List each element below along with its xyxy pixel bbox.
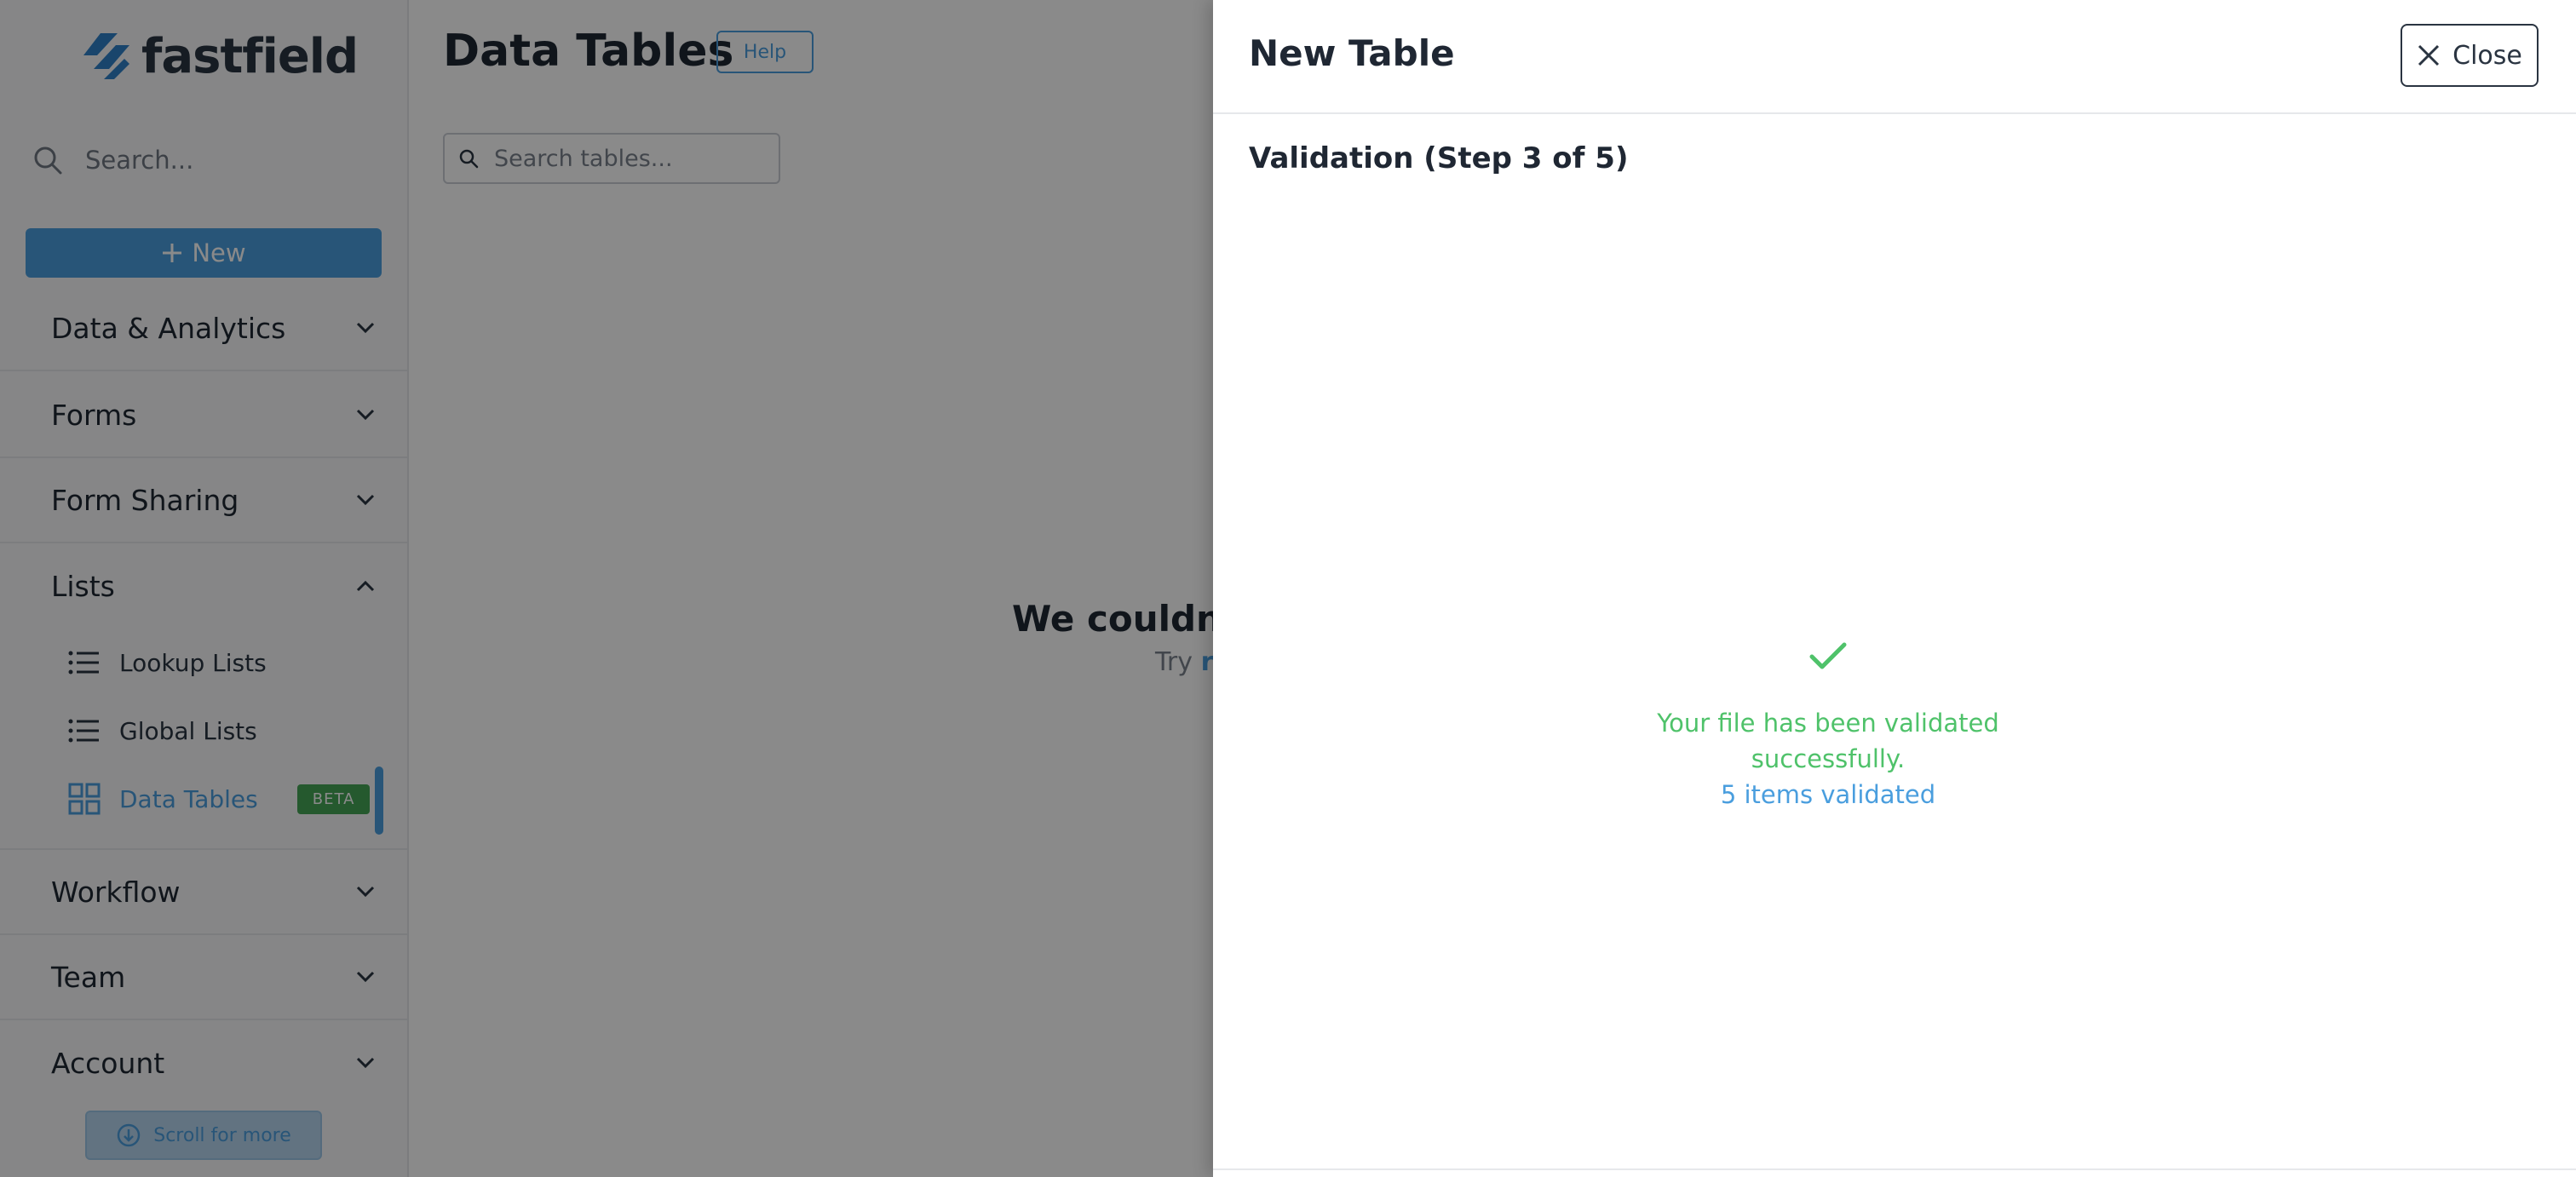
drawer-title: New Table	[1249, 32, 1455, 74]
validation-message-line2: successfully.	[1751, 744, 1906, 773]
close-icon	[2418, 44, 2440, 66]
step-title: Validation (Step 3 of 5)	[1249, 141, 1629, 175]
checkmark-icon	[1809, 642, 1847, 669]
drawer-footer-divider	[1213, 1168, 2576, 1170]
close-button-label: Close	[2452, 40, 2522, 71]
validation-result: Your file has been validated successfull…	[1639, 642, 2017, 812]
new-table-drawer: New Table Close Validation (Step 3 of 5)…	[1213, 0, 2576, 1177]
validation-count: 5 items validated	[1720, 780, 1936, 809]
close-button[interactable]: Close	[2401, 24, 2539, 87]
validation-message-line1: Your file has been validated	[1657, 709, 1999, 738]
drawer-header: New Table Close	[1213, 0, 2576, 114]
